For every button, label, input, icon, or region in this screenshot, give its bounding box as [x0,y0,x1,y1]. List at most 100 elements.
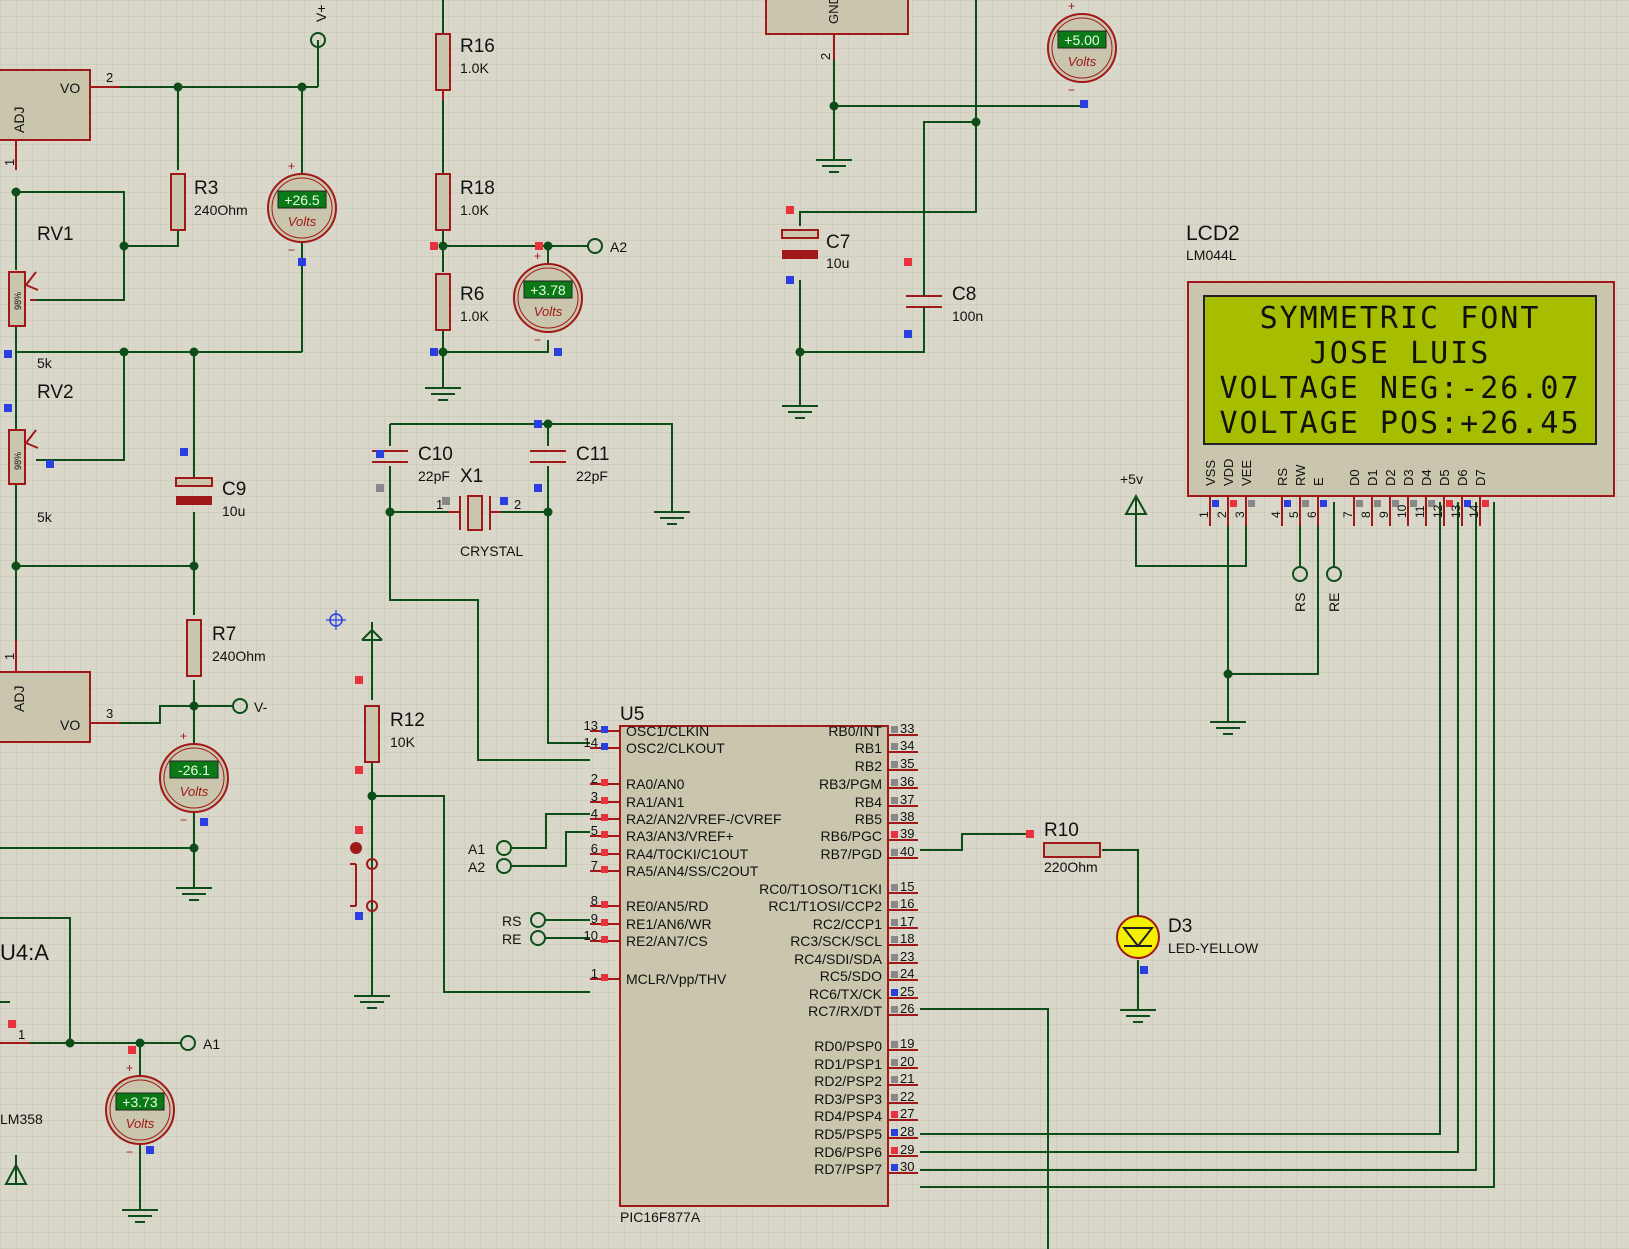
mcu-pin-name: RD4/PSP4 [814,1108,882,1124]
u5-value: PIC16F877A [620,1209,701,1225]
minus-sign-icon: − [126,1145,133,1159]
mcu-pin-name: RA3/AN3/VREF+ [626,828,734,844]
mcu-pin-number: 8 [591,893,598,908]
lcd-pin-number: 10 [1395,504,1409,518]
plus-sign-icon: + [534,249,541,263]
r3-value: 240Ohm [194,202,248,218]
x1-ref: X1 [460,466,483,487]
voltmeter-unit: Volts [534,304,563,319]
mcu-pin-number: 40 [900,844,914,859]
plus-sign-icon: + [1068,0,1075,13]
mcu-pin-number: 28 [900,1124,914,1139]
lcd-pin-number: 9 [1377,511,1391,518]
a2-label-top: A2 [610,239,627,255]
schematic-canvas[interactable]: +5v V+ V- A2 A1 A1 A2 RS RE RS RE VO ADJ… [0,0,1629,1249]
c10-ref: C10 [418,444,453,465]
r6-value: 1.0K [460,308,489,324]
mcu-pin-number: 25 [900,984,914,999]
lcd-pin-name: D2 [1383,469,1398,486]
voltmeter-reading: +3.78 [530,282,566,298]
mcu-pin-number: 37 [900,792,914,807]
mcu-pin-name: RE0/AN5/RD [626,898,708,914]
r16-value: 1.0K [460,60,489,76]
mcu-pin-name: RC2/CCP1 [813,916,882,932]
mcu-pin-name: RC0/T1OSO/T1CKI [759,881,882,897]
lcd2-ref: LCD2 [1186,222,1240,245]
mcu-pin-name: OSC2/CLKOUT [626,740,725,756]
rv2-percent: 98% [13,452,23,470]
mcu-pin-number: 30 [900,1159,914,1174]
rv1-percent: 98% [13,292,23,310]
reg-bot-adj: ADJ [11,686,27,712]
mcu-u5[interactable]: U5 PIC16F877A 13 OSC1/CLKIN14 OSC2/CLKOUT2… [584,704,918,1225]
c8-value: 100n [952,308,983,324]
lcd-pin-number: 1 [1197,511,1211,518]
lcd-pin-name: D0 [1347,469,1362,486]
reg-bot-pin3: 3 [106,706,113,721]
mcu-pin-name: RC4/SDI/SDA [794,951,883,967]
lcd-pin-name: D3 [1401,469,1416,486]
mcu-pin-number: 5 [591,823,598,838]
a2-label-mcu: A2 [468,859,485,875]
lcd-line-3: VOLTAGE NEG:-26.07 [1219,371,1580,406]
mcu-pin-number: 34 [900,738,914,753]
reg-bot-vo: VO [60,717,80,733]
mcu-pin-number: 3 [591,789,598,804]
reg-bot-pin1: 1 [2,653,17,660]
lcd-pin-name: RS [1275,468,1290,486]
mcu-pin-name: RE1/AN6/WR [626,916,712,932]
reg-top-vo: VO [60,80,80,96]
mcu-pin-name: RB7/PGD [821,846,882,862]
r3-ref: R3 [194,178,218,199]
mcu-pin-name: MCLR/Vpp/THV [626,971,727,987]
lcd-pin-name: RW [1293,464,1308,486]
mcu-pin-name: RC7/RX/DT [808,1003,882,1019]
x1-value: CRYSTAL [460,543,523,559]
mcu-pin-name: RA4/T0CKI/C1OUT [626,846,749,862]
mcu-pin-name: RD2/PSP2 [814,1073,882,1089]
mcu-pin-number: 19 [900,1036,914,1051]
r16-ref: R16 [460,36,495,57]
mcu-pin-name: RA2/AN2/VREF-/CVREF [626,811,782,827]
mcu-pin-number: 27 [900,1106,914,1121]
vminus-label: V- [254,699,268,715]
rs-label-lcd: RS [1292,593,1308,612]
lcd-line-2: JOSE LUIS [1310,336,1491,371]
rv2-ref: RV2 [37,382,74,403]
voltmeter-unit: Volts [1068,54,1097,69]
reg-gnd-pin2: 2 [818,53,833,60]
mcu-pin-name: RB0/INT [828,723,882,739]
r12-ref: R12 [390,710,425,731]
a1-label-mcu: A1 [468,841,485,857]
mcu-pin-number: 16 [900,896,914,911]
r12-value: 10K [390,734,416,750]
reg-top-pin2: 2 [106,70,113,85]
c11-ref: C11 [576,444,609,465]
mcu-pin-number: 4 [591,806,598,821]
plus5v-label: +5v [1120,471,1143,487]
mcu-pin-name: RD6/PSP6 [814,1144,882,1160]
lcd-pin-number: 14 [1467,504,1481,518]
x1-pin2: 2 [514,497,521,512]
vplus-label: V+ [313,4,329,22]
mcu-pin-number: 29 [900,1142,914,1157]
lcd-pin-number: 2 [1215,511,1229,518]
mcu-pin-name: RB5 [855,811,882,827]
mcu-pin-name: RD3/PSP3 [814,1091,882,1107]
voltmeter-reading: +5.00 [1064,32,1100,48]
plus-sign-icon: + [288,159,295,173]
c7-value: 10u [826,255,849,271]
mcu-pin-number: 9 [591,911,598,926]
voltmeter-unit: Volts [126,1116,155,1131]
lcd2-value: LM044L [1186,247,1237,263]
mcu-pin-name: RC6/TX/CK [809,986,883,1002]
mcu-pin-number: 23 [900,949,914,964]
mcu-pin-name: RA1/AN1 [626,794,685,810]
mcu-pin-name: RA5/AN4/SS/C2OUT [626,863,759,879]
mcu-pin-number: 33 [900,721,914,736]
plus-sign-icon: + [180,729,187,743]
mcu-pin-number: 10 [584,928,598,943]
mcu-pin-name: RB2 [855,758,882,774]
mcu-pin-number: 2 [591,771,598,786]
u4-ref: U4:A [0,940,49,965]
